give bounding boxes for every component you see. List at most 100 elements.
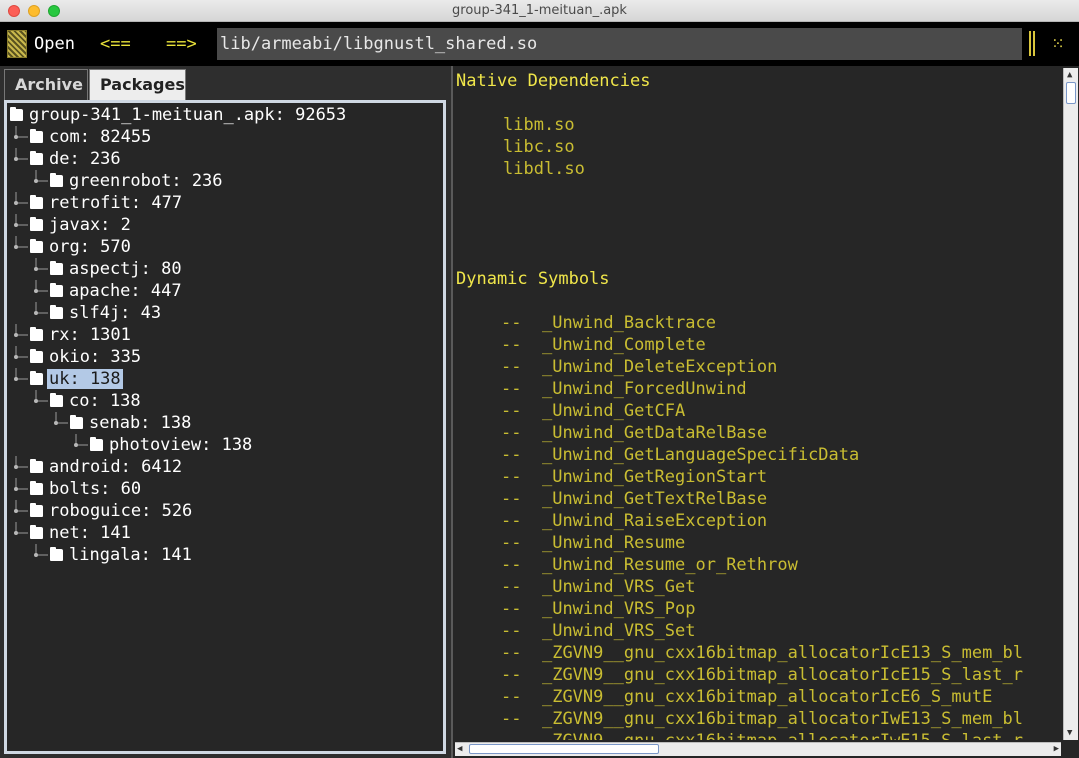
symbol-name: _ZGVN9__gnu_cxx16bitmap_allocatorIcE15_S… — [541, 665, 1024, 685]
symbol-name: _Unwind_Backtrace — [541, 313, 716, 333]
symbol-name: _Unwind_ForcedUnwind — [541, 379, 747, 399]
symbol-prefix: -- — [501, 423, 522, 443]
menu-grip-icon[interactable] — [7, 30, 27, 58]
symbol-gap — [521, 489, 541, 509]
tree-item[interactable]: javax: 2 — [30, 214, 131, 236]
tree-item-label: group-341_1-meituan_.apk: 92653 — [29, 105, 347, 125]
tab-archive[interactable]: Archive — [4, 69, 88, 100]
tree-item[interactable]: group-341_1-meituan_.apk: 92653 — [10, 104, 346, 126]
tree-expander-knob[interactable] — [14, 245, 18, 249]
tree-expander-knob[interactable] — [74, 443, 78, 447]
symbol-gap — [521, 555, 541, 575]
symbol-prefix: -- — [501, 621, 522, 641]
tree-item[interactable]: photoview: 138 — [90, 434, 252, 456]
tree-expander-knob[interactable] — [14, 201, 18, 205]
symbol-item: -- _Unwind_GetLanguageSpecificData — [501, 444, 859, 466]
symbol-gap — [521, 379, 541, 399]
tree-expander-knob[interactable] — [14, 333, 18, 337]
tree-item[interactable]: lingala: 141 — [50, 544, 192, 566]
details-content: Native Dependencies libm.so libc.so libdl.… — [456, 70, 1061, 740]
symbol-prefix: -- — [501, 533, 522, 553]
tree-expander-knob[interactable] — [34, 399, 38, 403]
symbol-item: -- _Unwind_VRS_Pop — [501, 598, 696, 620]
tree-expander-knob[interactable] — [34, 553, 38, 557]
symbol-name: _Unwind_GetLanguageSpecificData — [541, 445, 860, 465]
symbol-name: _Unwind_VRS_Set — [541, 621, 696, 641]
tree-expander-knob[interactable] — [34, 289, 38, 293]
tree-item[interactable]: rx: 1301 — [30, 324, 131, 346]
toolbar: Open <== ==> lib/armeabi/libgnustl_share… — [0, 22, 1079, 66]
tree-item[interactable]: greenrobot: 236 — [50, 170, 223, 192]
package-tree[interactable]: group-341_1-meituan_.apk: 92653 com: 8245… — [4, 100, 446, 754]
tree-expander-knob[interactable] — [54, 421, 58, 425]
tree-item-label: okio: 335 — [49, 347, 142, 367]
path-field[interactable]: lib/armeabi/libgnustl_shared.so — [217, 28, 1022, 60]
tree-expander-knob[interactable] — [34, 311, 38, 315]
tree-item[interactable]: android: 6412 — [30, 456, 182, 478]
tree-item[interactable]: net: 141 — [30, 522, 131, 544]
options-dots-icon[interactable]: ⁙ — [1048, 34, 1068, 54]
tab-packages[interactable]: Packages — [89, 69, 186, 100]
scroll-up-arrow-icon[interactable]: ▲ — [1067, 69, 1072, 81]
symbol-prefix: -- — [501, 555, 522, 575]
tree-item[interactable]: retrofit: 477 — [30, 192, 182, 214]
tree-item[interactable]: roboguice: 526 — [30, 500, 192, 522]
tree-item[interactable]: slf4j: 43 — [50, 302, 161, 324]
tree-expander-knob[interactable] — [14, 509, 18, 513]
vertical-scroll-thumb[interactable] — [1066, 82, 1076, 104]
folder-icon — [30, 151, 43, 165]
tree-expander-knob[interactable] — [34, 179, 38, 183]
tree-item[interactable]: com: 82455 — [30, 126, 151, 148]
tree-expander-knob[interactable] — [34, 267, 38, 271]
forward-button[interactable]: ==> — [166, 33, 197, 55]
tree-item-label: org: 570 — [49, 237, 131, 257]
tree-item-label: de: 236 — [49, 149, 121, 169]
tree-expander-knob[interactable] — [14, 223, 18, 227]
split-view-icon[interactable] — [1029, 31, 1035, 56]
left-panel: Archive Packages group-341_1-meituan_.ap… — [0, 66, 451, 758]
tree-expander-knob[interactable] — [14, 355, 18, 359]
tree-expander-knob[interactable] — [14, 135, 18, 139]
symbol-item: -- _Unwind_ForcedUnwind — [501, 378, 747, 400]
tree-item[interactable]: de: 236 — [30, 148, 121, 170]
folder-icon — [30, 481, 43, 495]
back-button[interactable]: <== — [100, 33, 131, 55]
horizontal-scroll-thumb[interactable] — [469, 744, 659, 754]
vertical-scrollbar[interactable]: ▲ ▼ — [1063, 68, 1078, 740]
tree-item[interactable]: co: 138 — [50, 390, 141, 412]
scroll-down-arrow-icon[interactable]: ▼ — [1067, 727, 1072, 739]
scroll-right-arrow-icon[interactable]: ▶ — [1054, 743, 1059, 755]
tree-item[interactable]: apache: 447 — [50, 280, 182, 302]
folder-icon — [50, 393, 63, 407]
tree-item[interactable]: aspectj: 80 — [50, 258, 182, 280]
symbol-prefix: -- — [501, 401, 522, 421]
tree-item[interactable]: senab: 138 — [70, 412, 191, 434]
tree-item[interactable]: uk: 138 — [30, 368, 123, 390]
tree-expander-knob[interactable] — [14, 531, 18, 535]
tree-expander-knob[interactable] — [14, 465, 18, 469]
open-button[interactable]: Open — [34, 33, 75, 55]
library-item: libm.so — [503, 115, 575, 135]
folder-icon — [50, 305, 63, 319]
tree-item-label: apache: 447 — [69, 281, 182, 301]
tree-item-label: aspectj: 80 — [69, 259, 182, 279]
folder-icon — [30, 371, 43, 385]
tree-item[interactable]: bolts: 60 — [30, 478, 141, 500]
tree-item[interactable]: okio: 335 — [30, 346, 141, 368]
tree-expander-knob[interactable] — [14, 487, 18, 491]
symbol-prefix: -- — [501, 731, 521, 740]
symbol-prefix: -- — [501, 313, 522, 333]
symbol-name: _ZGVN9__gnu_cxx16bitmap_allocatorIwE13_S… — [541, 709, 1024, 729]
symbol-name: _Unwind_VRS_Get — [541, 577, 696, 597]
scroll-left-arrow-icon[interactable]: ◀ — [457, 743, 462, 755]
horizontal-scrollbar[interactable]: ◀ ▶ — [455, 742, 1061, 756]
tree-expander-knob[interactable] — [14, 157, 18, 161]
symbol-gap — [521, 335, 541, 355]
folder-icon — [30, 217, 43, 231]
tree-expander-knob[interactable] — [14, 377, 18, 381]
symbol-item: -- _ZGVN9__gnu_cxx16bitmap_allocatorIcE1… — [501, 642, 1023, 664]
symbol-item: -- _ZGVN9__gnu_cxx16bitmap_allocatorIcE6… — [501, 686, 992, 708]
symbol-gap — [521, 665, 541, 685]
symbol-name: _Unwind_Resume — [541, 533, 686, 553]
tree-item[interactable]: org: 570 — [30, 236, 131, 258]
